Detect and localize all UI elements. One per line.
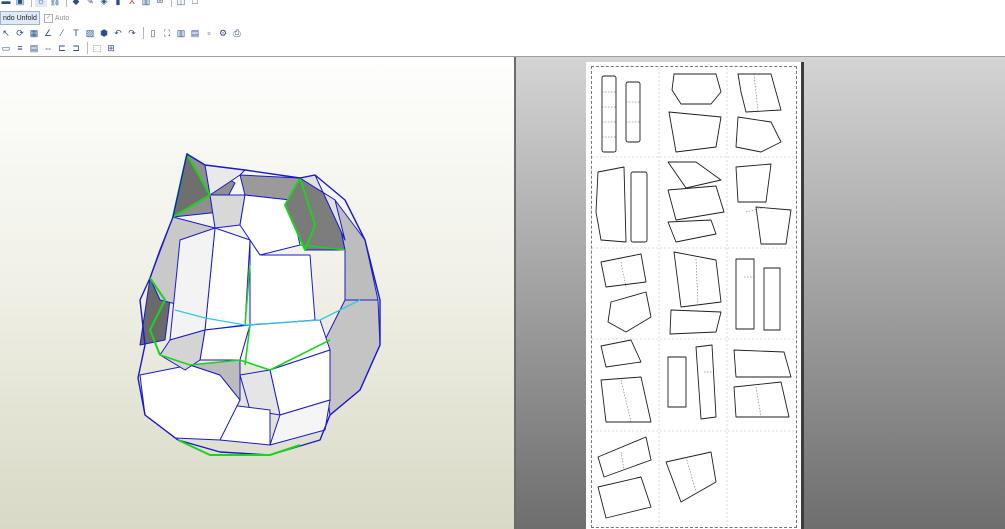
axis-icon[interactable]: ⅄ <box>126 0 138 7</box>
toolbar-row-undo: ndo Unfold ✓ Auto <box>0 11 69 25</box>
page-icon[interactable]: ▫ <box>203 27 215 39</box>
paint-icon[interactable]: ◆ <box>70 0 82 7</box>
box-icon[interactable]: ⬢ <box>98 27 110 39</box>
save-icon[interactable]: ▬ <box>0 0 12 7</box>
link-icon[interactable]: ⛓ <box>49 0 61 7</box>
redo-icon[interactable]: ↷ <box>126 27 138 39</box>
rotate-icon[interactable]: ⟳ <box>14 27 26 39</box>
save-icon[interactable]: ▣ <box>14 0 26 7</box>
align-right-icon[interactable]: ⊐ <box>70 42 82 54</box>
light-bulb-icon[interactable]: ☼ <box>35 0 47 7</box>
3d-model-view[interactable] <box>0 57 514 529</box>
print-icon[interactable]: ⎙ <box>231 27 243 39</box>
wand-icon[interactable]: ✎ <box>84 0 96 7</box>
window-icon[interactable]: □ <box>189 0 201 7</box>
checkmark-icon: ✓ <box>43 13 53 23</box>
unfolded-parts <box>592 68 795 526</box>
2d-pattern-view[interactable] <box>516 57 1005 529</box>
mask-model <box>137 153 381 456</box>
image-icon[interactable]: ▨ <box>84 27 96 39</box>
document-icon[interactable]: ▤ <box>189 27 201 39</box>
book-icon[interactable]: ▯ <box>147 27 159 39</box>
columns-icon[interactable]: ▥ <box>175 27 187 39</box>
toolbar: ▬ ▣ ☼ ⛓ ◆ ✎ ◈ ▮ ⅄ ▥ ∞ ◫ □ ndo Unfold ✓ A… <box>0 0 1005 56</box>
settings-icon[interactable]: ⚙ <box>217 27 229 39</box>
angle-icon[interactable]: ∠ <box>42 27 54 39</box>
flip-icon[interactable]: ⇔ <box>42 42 54 54</box>
cylinder-icon[interactable]: ▮ <box>112 0 124 7</box>
undo-icon[interactable]: ↶ <box>112 27 124 39</box>
fit-icon[interactable]: ⛶ <box>161 27 173 39</box>
select-frame-icon[interactable]: ⬚ <box>91 42 103 54</box>
pages-icon[interactable]: ▥ <box>140 0 152 7</box>
text-tool-icon[interactable]: T <box>70 27 82 39</box>
layer-icon[interactable]: ▤ <box>28 42 40 54</box>
toolbar-row-2: ↖ ⟳ ▦ ∠ ⁄ T ▨ ⬢ ↶ ↷ ▯ ⛶ ▥ ▤ ▫ ⚙ ⎙ <box>0 26 245 40</box>
grid-icon[interactable]: ▦ <box>28 27 40 39</box>
toolbar-row-3: ▭ ≡ ▤ ⇔ ⊏ ⊐ ⬚ ⊞ <box>0 41 119 55</box>
join-icon[interactable]: ∞ <box>154 0 166 7</box>
cube-icon[interactable]: ◈ <box>98 0 110 7</box>
align-left-icon[interactable]: ⊏ <box>56 42 68 54</box>
stack-icon[interactable]: ≡ <box>14 42 26 54</box>
auto-label: Auto <box>54 14 70 22</box>
pointer-icon[interactable]: ↖ <box>0 27 12 39</box>
arrange-icon[interactable]: ▭ <box>0 42 12 54</box>
toolbar-separator <box>66 0 67 7</box>
line-icon[interactable]: ⁄ <box>56 27 68 39</box>
undo-unfold-button[interactable]: ndo Unfold <box>0 11 40 25</box>
toolbar-separator <box>143 27 144 39</box>
auto-checkbox[interactable]: ✓ Auto <box>43 13 70 23</box>
toolbar-separator <box>171 0 172 7</box>
select-all-icon[interactable]: ⊞ <box>105 42 117 54</box>
toolbar-separator <box>87 42 88 54</box>
toolbar-row-1: ▬ ▣ ☼ ⛓ ◆ ✎ ◈ ▮ ⅄ ▥ ∞ ◫ □ <box>0 0 203 8</box>
toolbar-separator <box>31 0 32 7</box>
split-view-icon[interactable]: ◫ <box>175 0 187 7</box>
paper-sheet <box>586 62 801 529</box>
